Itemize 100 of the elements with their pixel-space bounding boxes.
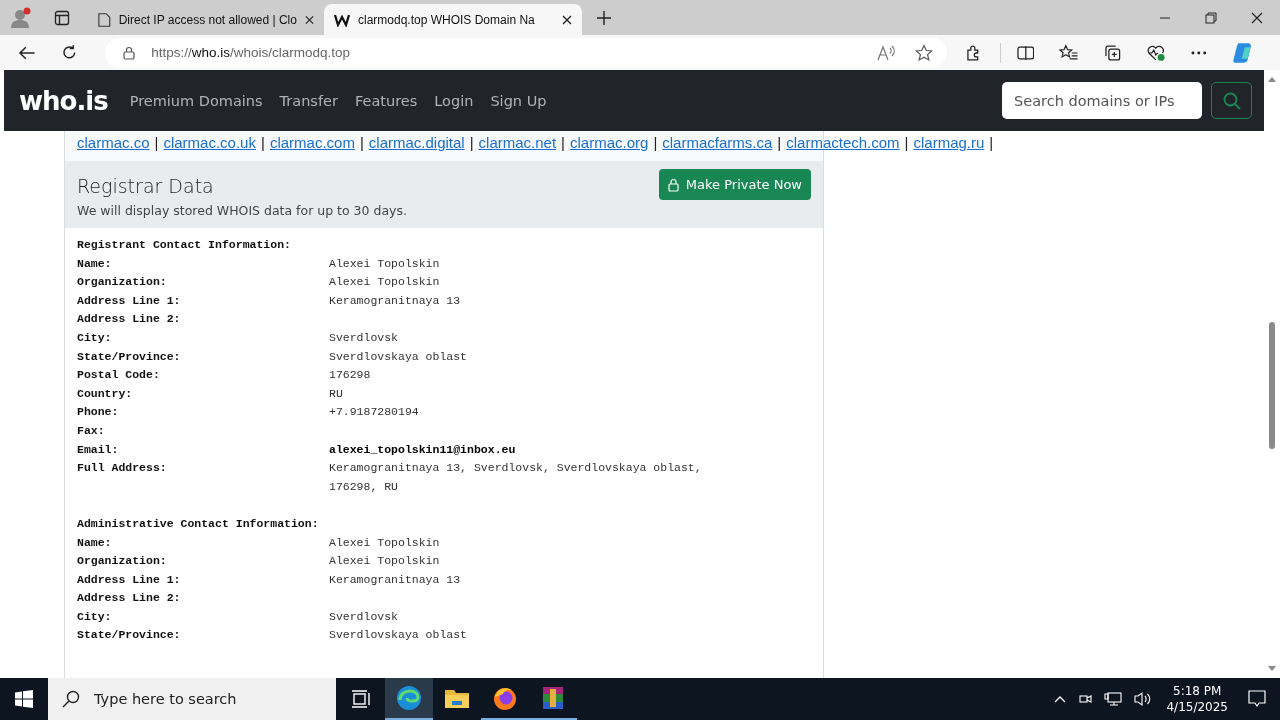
- health-icon[interactable]: [1146, 43, 1166, 62]
- back-icon[interactable]: [18, 44, 36, 61]
- site-logo[interactable]: who.is: [19, 85, 108, 116]
- field-label: Email:: [77, 441, 120, 458]
- separator: |: [154, 134, 159, 151]
- domain-link[interactable]: clarmac.digital: [368, 134, 465, 151]
- nav-link[interactable]: Login: [434, 92, 474, 109]
- field-value: Keramogranitnaya 13: [329, 292, 461, 309]
- favorites-icon[interactable]: [1059, 43, 1079, 62]
- network-icon[interactable]: [1104, 691, 1123, 707]
- taskbar-clock[interactable]: 5:18 PM 4/15/2025: [1166, 683, 1228, 715]
- site-logo-icon: [334, 12, 350, 27]
- section-heading: Registrant Contact Information:: [77, 237, 291, 253]
- field-label: Postal Code:: [77, 367, 161, 384]
- field-value: Sverdlovsk: [329, 329, 398, 346]
- field-label: Address Line 2:: [77, 311, 182, 328]
- field-label: City:: [77, 329, 113, 346]
- field-value: Alexei Topolskin: [329, 553, 440, 570]
- read-aloud-icon[interactable]: [877, 44, 896, 61]
- section-heading: Administrative Contact Information:: [77, 515, 319, 532]
- separator: |: [469, 134, 474, 151]
- field-label: Address Line 2:: [77, 590, 182, 607]
- tab-actions-icon[interactable]: [54, 9, 70, 26]
- field-value: +7.9187280194: [329, 404, 419, 421]
- separator: |: [359, 134, 364, 151]
- field-label: Organization:: [77, 274, 168, 291]
- separator: |: [260, 134, 265, 151]
- field-label: Address Line 1:: [77, 292, 182, 309]
- fox-browser-icon: [492, 685, 518, 711]
- field-value: Alexei Topolskin: [329, 274, 440, 291]
- more-icon[interactable]: [1190, 50, 1207, 55]
- domain-link[interactable]: clarmac.co.uk: [163, 134, 256, 151]
- field-label: Fax:: [77, 422, 106, 439]
- search-icon: [1221, 90, 1242, 111]
- field-value: Keramogranitnaya 13, Sverdlovsk, Sverdlovskaya oblast, 176298, RU: [329, 460, 702, 495]
- field-label: State/Province:: [77, 627, 182, 644]
- section-title: Registrar Data: [77, 175, 215, 197]
- field-value: Sverdlovsk: [329, 608, 398, 625]
- field-label: Address Line 1:: [77, 571, 182, 588]
- field-value: RU: [329, 385, 343, 402]
- domain-link[interactable]: clarmac.org: [570, 134, 649, 151]
- field-label: Country:: [77, 385, 134, 402]
- nav-link[interactable]: Premium Domains: [129, 92, 263, 109]
- refresh-icon[interactable]: [60, 44, 78, 61]
- search-button[interactable]: [1211, 82, 1252, 119]
- taskbar-app[interactable]: [385, 678, 433, 720]
- collections-icon[interactable]: [1103, 43, 1122, 62]
- search-icon: [62, 690, 80, 708]
- folder-icon: [444, 687, 470, 709]
- field-label: Name:: [77, 534, 113, 551]
- close-icon[interactable]: [562, 14, 572, 25]
- windows-start-icon[interactable]: [15, 690, 33, 708]
- field-value: Sverdlovskaya oblast: [329, 348, 468, 365]
- favorite-star-icon[interactable]: [915, 43, 934, 62]
- taskbar-search-field[interactable]: Type here to search: [48, 678, 336, 720]
- lock-icon: [667, 177, 679, 192]
- separator: |: [653, 134, 658, 151]
- field-label: Organization:: [77, 553, 168, 570]
- close-icon[interactable]: [1251, 11, 1263, 24]
- field-label: Name:: [77, 255, 113, 272]
- scroll-up-icon[interactable]: [1268, 76, 1276, 82]
- field-label: City:: [77, 608, 113, 625]
- nav-link[interactable]: Features: [354, 92, 418, 109]
- page-icon: [98, 11, 111, 28]
- domain-link[interactable]: clarmac.net: [478, 134, 557, 151]
- field-label: State/Province:: [77, 348, 182, 365]
- chevron-up-icon[interactable]: [1054, 695, 1067, 703]
- field-label: Phone:: [77, 404, 120, 421]
- domain-link[interactable]: clarmac.co: [77, 134, 150, 151]
- separator: |: [777, 134, 782, 151]
- lock-icon: [123, 45, 136, 60]
- restore-icon[interactable]: [1205, 11, 1217, 24]
- new-tab-icon[interactable]: [596, 9, 612, 26]
- volume-icon[interactable]: [1134, 691, 1153, 707]
- domain-link[interactable]: clarmacfarms.ca: [662, 134, 773, 151]
- nav-link[interactable]: Transfer: [279, 92, 338, 109]
- section-subtitle: We will display stored WHOIS data for up to 30 days.: [77, 203, 408, 218]
- separator: |: [561, 134, 565, 151]
- field-value: Sverdlovskaya oblast: [329, 627, 468, 644]
- address-field[interactable]: https://who.is/whois/clarmodq.top: [105, 37, 948, 68]
- browser-tab[interactable]: clarmodq.top WHOIS Domain Na: [324, 4, 582, 35]
- nav-link[interactable]: Sign Up: [490, 92, 547, 109]
- task-view-icon[interactable]: [351, 690, 371, 708]
- field-value: Alexei Topolskin: [329, 534, 440, 551]
- notifications-icon[interactable]: [1248, 690, 1266, 708]
- swirl-browser-icon: [396, 685, 422, 711]
- split-screen-icon[interactable]: [1016, 44, 1035, 61]
- domain-link[interactable]: clarmactech.com: [786, 134, 900, 151]
- field-value: alexei_topolskin11@inbox.eu: [329, 441, 516, 458]
- search-field[interactable]: Search domains or IPs: [1002, 82, 1202, 119]
- domain-link[interactable]: clarmac.com: [269, 134, 355, 151]
- domain-link[interactable]: clarmag.ru: [913, 134, 985, 151]
- separator: |: [989, 134, 994, 151]
- field-label: Full Address:: [77, 460, 168, 477]
- browser-tab[interactable]: Direct IP access not allowed | Clo: [88, 4, 324, 35]
- archive-icon: [541, 685, 565, 711]
- field-value: Alexei Topolskin: [329, 255, 440, 272]
- scroll-down-icon[interactable]: [1268, 666, 1276, 672]
- field-value: Keramogranitnaya 13: [329, 571, 461, 588]
- make-private-button[interactable]: Make Private Now: [658, 169, 811, 200]
